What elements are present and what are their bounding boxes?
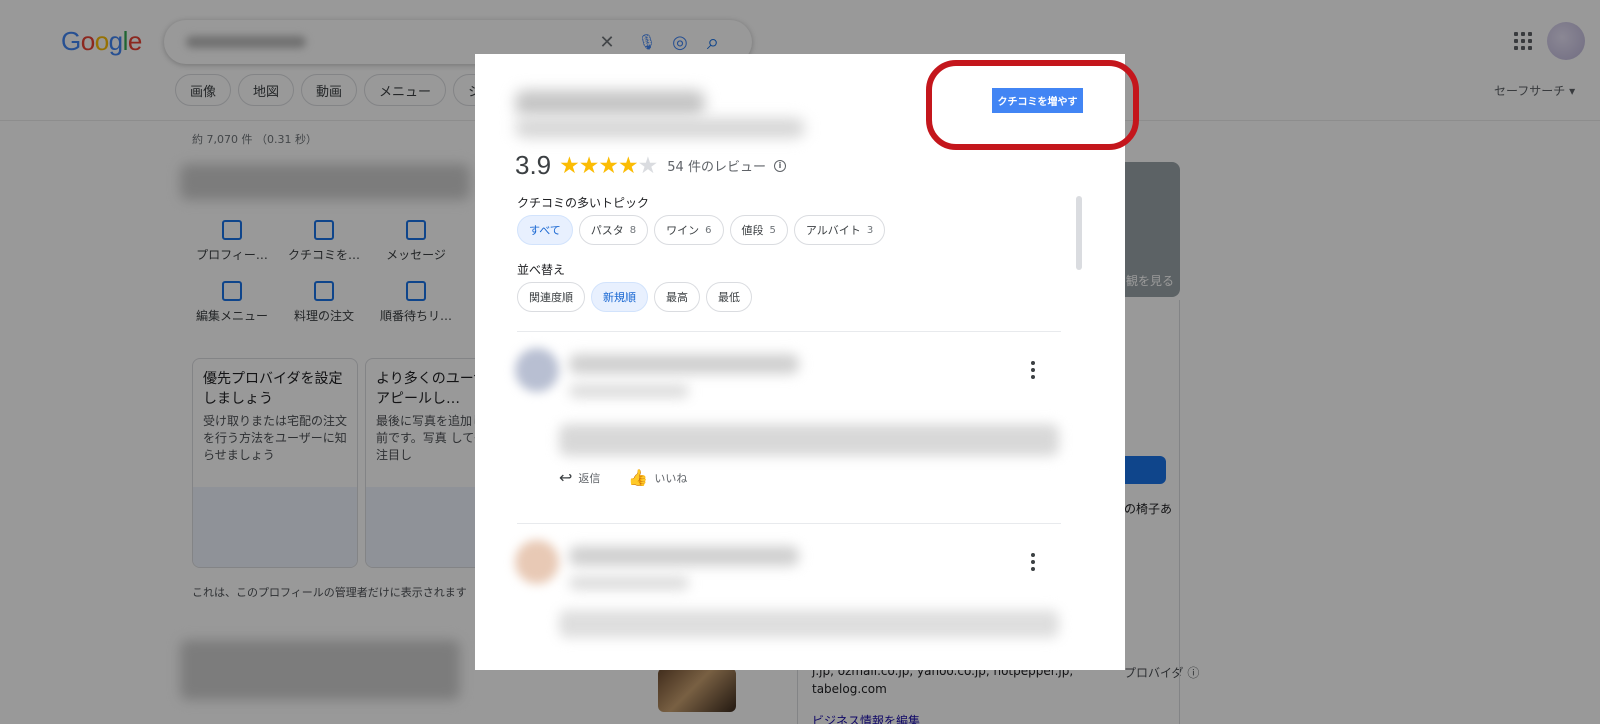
review-actions: ↩ 返信 👍 いいね [559, 468, 687, 487]
topic-chip[interactable]: ワイン 6 [654, 215, 724, 245]
more-options-icon[interactable] [1031, 361, 1035, 379]
reviewer-avatar-blurred [515, 348, 559, 392]
rating-summary: 3.9 ★★★★★ 54 件のレビュー i [515, 150, 786, 181]
sort-options: 関連度順 新規順 最高 最低 [517, 282, 752, 312]
reviewer-avatar-blurred [515, 540, 559, 584]
info-icon[interactable]: i [773, 159, 786, 172]
topic-chip[interactable]: 値段 5 [729, 215, 788, 245]
reply-button[interactable]: 返信 [578, 470, 600, 486]
sort-newest[interactable]: 新規順 [591, 282, 648, 312]
reviews-dialog: クチコミを増やす 3.9 ★★★★★ 54 件のレビュー i クチコミの多いトピ… [475, 54, 1125, 670]
sort-lowest[interactable]: 最低 [706, 282, 752, 312]
topics-label: クチコミの多いトピック [517, 196, 650, 210]
topic-filters: すべて パスタ 8 ワイン 6 値段 5 アルバイト 3 [517, 215, 886, 245]
thumbs-up-icon[interactable]: 👍 [628, 468, 648, 487]
reviewer-name-blurred [569, 354, 799, 374]
sort-highest[interactable]: 最高 [654, 282, 700, 312]
business-subtitle-blurred [515, 118, 805, 138]
review-count: 54 件のレビュー [667, 160, 766, 175]
scrollbar[interactable] [1076, 196, 1082, 270]
reply-icon[interactable]: ↩ [559, 468, 572, 487]
add-review-button[interactable]: クチコミを増やす [992, 88, 1083, 113]
topic-chip[interactable]: アルバイト 3 [793, 215, 886, 245]
topic-chip[interactable]: すべて [517, 215, 573, 245]
sort-label: 並べ替え [517, 263, 566, 277]
business-title-blurred [515, 90, 705, 116]
like-button[interactable]: いいね [654, 470, 687, 486]
divider [517, 331, 1061, 332]
reviewer-name-blurred [569, 546, 799, 566]
more-options-icon[interactable] [1031, 553, 1035, 571]
review-text-blurred [559, 610, 1059, 638]
divider [517, 523, 1061, 524]
rating-value: 3.9 [515, 150, 552, 180]
review-meta-blurred [569, 576, 689, 590]
sort-relevance[interactable]: 関連度順 [517, 282, 585, 312]
topic-chip[interactable]: パスタ 8 [578, 215, 649, 245]
review-text-blurred [559, 424, 1059, 456]
review-meta-blurred [569, 384, 689, 398]
star-rating: ★★★★★ [559, 152, 658, 179]
